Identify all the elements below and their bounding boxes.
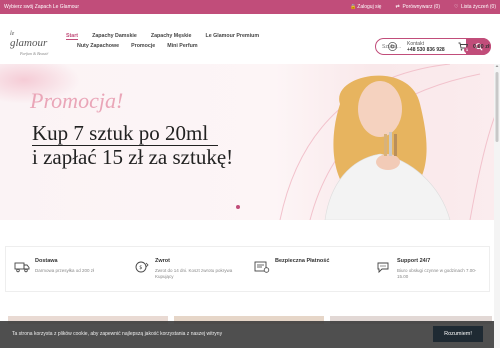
feature-payment: Bezpieczna Płatność — [246, 247, 366, 293]
svg-text:$: $ — [139, 265, 142, 271]
nav-item-nuty-zapachowe[interactable]: Nuty Zapachowe — [77, 43, 119, 49]
feature-title: Zwrot — [155, 258, 170, 264]
money-return-icon: $ — [135, 261, 149, 273]
feature-desc: Zwrot do 14 dni. Koszt zwrotu pokrywa Ku… — [155, 268, 233, 279]
feature-desc: Darmowa przesyłka od 200 zł — [35, 268, 95, 273]
login-label: Zaloguj się — [357, 4, 382, 10]
nav-item-zapachy-damskie[interactable]: Zapachy Damskie — [92, 33, 137, 39]
promo-line2: i zapłać 15 zł za sztukę! — [32, 145, 234, 169]
cookie-text: Ta strona korzysta z plików cookie, aby … — [12, 331, 223, 337]
compare-icon: ⇄ — [395, 3, 400, 10]
feature-return: $ Zwrot Zwrot do 14 dni. Koszt zwrotu po… — [126, 247, 246, 293]
hero-banner[interactable]: Promocja! Kup 7 sztuk po 20ml i zapłać 1… — [0, 64, 500, 220]
contact-block[interactable]: Kontakt +48 530 836 928 — [387, 41, 467, 55]
promo-heading: Promocja! — [30, 88, 124, 113]
nav-item-start[interactable]: Start — [66, 33, 79, 40]
login-link[interactable]: 🔒 Zaloguj się — [350, 4, 381, 10]
logo-line2: glamour — [10, 37, 48, 49]
logo[interactable]: le glamour Parfum & Beauté — [8, 31, 54, 63]
feature-title: Dostawa — [35, 258, 58, 264]
feature-delivery: Dostawa Darmowa przesyłka od 200 zł — [6, 247, 124, 293]
promo-line1: Kup 7 sztuk po 20ml — [32, 121, 209, 145]
feature-desc: Biuro obsługi czynne w godzinach 7.00-15… — [397, 268, 477, 279]
cart-button[interactable]: 1 0,00 zł — [458, 42, 498, 54]
nav-item-le-glamour-premium[interactable]: Le Glamour Premium — [205, 33, 259, 39]
page-scrollbar[interactable] — [494, 64, 500, 348]
slider-dot[interactable] — [236, 205, 240, 209]
top-links: 🔒 Zaloguj się ⇄ Porównywarz (0) ♡ Lista życ… — [350, 4, 496, 10]
cart-amount: 0,00 zł — [473, 44, 490, 50]
secure-payment-icon — [254, 261, 270, 273]
hero-image-model — [279, 64, 500, 220]
contact-phone: +48 530 836 928 — [407, 47, 445, 53]
heart-icon: ♡ — [453, 3, 459, 10]
lock-icon: 🔒 — [350, 3, 357, 10]
support-chat-icon — [377, 262, 389, 274]
feature-title: Bezpieczna Płatność — [275, 258, 330, 264]
compare-label: Porównywarz (0) — [402, 4, 440, 10]
top-bar: Wybierz swój Zapach Le Glamour 🔒 Zaloguj … — [0, 0, 500, 14]
nav-item-promocje[interactable]: Promocje — [131, 43, 155, 49]
logo-line3: Parfum & Beauté — [20, 51, 49, 56]
cart-count-badge: 1 — [464, 47, 470, 53]
phone-settings-icon — [388, 42, 397, 51]
wishlist-link[interactable]: ♡ Lista życzeń (0) — [454, 4, 496, 10]
feature-title: Support 24/7 — [397, 258, 431, 264]
nav-item-mini-perfum[interactable]: Mini Perfum — [167, 43, 197, 49]
tagline: Wybierz swój Zapach Le Glamour — [4, 4, 79, 10]
truck-icon — [14, 262, 30, 273]
cookie-accept-button[interactable]: Rozumiem! — [433, 326, 483, 342]
compare-link[interactable]: ⇄ Porównywarz (0) — [395, 4, 440, 10]
cookie-banner: Ta strona korzysta z plików cookie, aby … — [0, 321, 500, 348]
wishlist-label: Lista życzeń (0) — [460, 4, 496, 10]
feature-support: Support 24/7 Biuro obsługi czynne w godz… — [368, 247, 490, 293]
features-bar: Dostawa Darmowa przesyłka od 200 zł $ Zw… — [5, 246, 490, 292]
nav-item-zapachy-meskie[interactable]: Zapachy Męskie — [151, 33, 192, 39]
main-nav: Start Zapachy Damskie Zapachy Męskie Le … — [66, 31, 366, 51]
